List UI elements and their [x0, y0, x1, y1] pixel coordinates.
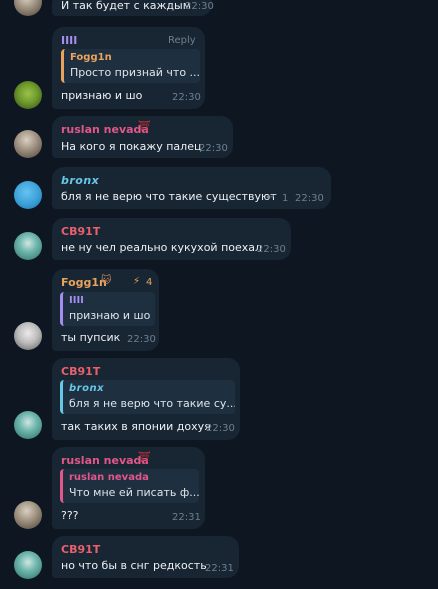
- sender-name[interactable]: CB91T: [61, 365, 100, 378]
- avatar[interactable]: [14, 181, 42, 209]
- message-time: 22:30: [257, 244, 286, 255]
- message-bubble[interactable]: И так будет с каждым 22:30: [52, 0, 214, 16]
- quoted-text: Просто признай что ...: [70, 66, 200, 79]
- reply-label[interactable]: Reply: [168, 35, 196, 46]
- message-time: 22:30: [206, 423, 235, 434]
- japanese-flag-icon: ⛩: [138, 452, 151, 463]
- boost-count: 4: [146, 277, 153, 288]
- sender-name[interactable]: ruslan nevada: [61, 454, 149, 467]
- sender-name[interactable]: bronx: [61, 174, 99, 187]
- message-text: признаю и шо: [61, 89, 143, 102]
- quoted-sender: bronx: [69, 383, 105, 394]
- message-bubble[interactable]: ruslan nevada ⛩ ruslan nevada Что мне ей…: [52, 447, 205, 529]
- quoted-reply[interactable]: IIII признаю и шо: [60, 292, 155, 326]
- avatar[interactable]: [14, 551, 42, 579]
- message-time: 22:30: [185, 1, 214, 12]
- quoted-reply[interactable]: Fogg1n Просто признай что ...: [61, 49, 200, 83]
- japanese-flag-icon: ⛩: [138, 121, 151, 132]
- sender-name[interactable]: CB91T: [61, 225, 100, 238]
- avatar[interactable]: [14, 81, 42, 109]
- message-time: 22:31: [205, 563, 234, 574]
- sender-name[interactable]: Fogg1n: [61, 276, 107, 289]
- cat-emoji-icon: 🐱: [101, 275, 112, 286]
- quoted-text: Что мне ей писать ф...: [69, 486, 199, 499]
- message-bubble[interactable]: CB91T bronx бля я не верю что такие су..…: [52, 358, 240, 440]
- message-time: 22:30: [127, 334, 156, 345]
- sender-name[interactable]: ruslan nevada: [61, 123, 149, 136]
- message-text: На кого я покажу палец: [61, 140, 202, 153]
- message-bubble[interactable]: CB91T не ну чел реально кукухой поехал 2…: [52, 218, 291, 260]
- avatar[interactable]: [14, 0, 42, 16]
- message-text: не ну чел реально кукухой поехал: [61, 241, 263, 254]
- avatar[interactable]: [14, 232, 42, 260]
- avatar[interactable]: [14, 130, 42, 158]
- quoted-sender: ruslan nevada: [69, 472, 149, 483]
- message-time: 22:31: [172, 512, 201, 523]
- quoted-text: бля я не верю что такие су...: [69, 397, 235, 410]
- avatar[interactable]: [14, 322, 42, 350]
- message-text: но что бы в снг редкость: [61, 559, 207, 572]
- quoted-reply[interactable]: bronx бля я не верю что такие су...: [60, 380, 235, 414]
- sender-name[interactable]: IIII: [61, 34, 77, 47]
- quoted-sender: Fogg1n: [70, 52, 112, 63]
- message-text: так таких в японии дохуя: [61, 420, 211, 433]
- quoted-text: признаю и шо: [69, 309, 151, 322]
- quoted-sender: IIII: [69, 295, 84, 306]
- message-bubble[interactable]: bronx бля я не верю что такие существуют…: [52, 167, 331, 209]
- sender-name[interactable]: CB91T: [61, 543, 100, 556]
- message-time: 22:30: [172, 92, 201, 103]
- avatar[interactable]: [14, 411, 42, 439]
- reply-arrow-icon[interactable]: ↩: [266, 192, 274, 203]
- message-text: ты пупсик: [61, 331, 121, 344]
- replies-count[interactable]: 1: [282, 193, 288, 204]
- message-bubble[interactable]: Fogg1n 🐱 ⚡ 4 IIII признаю и шо ты пупсик…: [52, 269, 159, 351]
- message-text: ???: [61, 509, 79, 522]
- message-bubble[interactable]: IIII Reply Fogg1n Просто признай что ...…: [52, 27, 205, 109]
- quoted-reply[interactable]: ruslan nevada Что мне ей писать ф...: [60, 469, 199, 503]
- lightning-icon: ⚡: [133, 276, 141, 287]
- message-time: 22:30: [295, 193, 324, 204]
- message-text: И так будет с каждым: [61, 0, 192, 12]
- message-text: бля я не верю что такие существуют: [61, 190, 277, 203]
- chat-history: И так будет с каждым 22:30 IIII Reply Fo…: [0, 0, 438, 589]
- avatar[interactable]: [14, 501, 42, 529]
- message-time: 22:30: [199, 143, 228, 154]
- message-bubble[interactable]: ruslan nevada ⛩ На кого я покажу палец 2…: [52, 116, 233, 158]
- message-bubble[interactable]: CB91T но что бы в снг редкость 22:31: [52, 536, 239, 578]
